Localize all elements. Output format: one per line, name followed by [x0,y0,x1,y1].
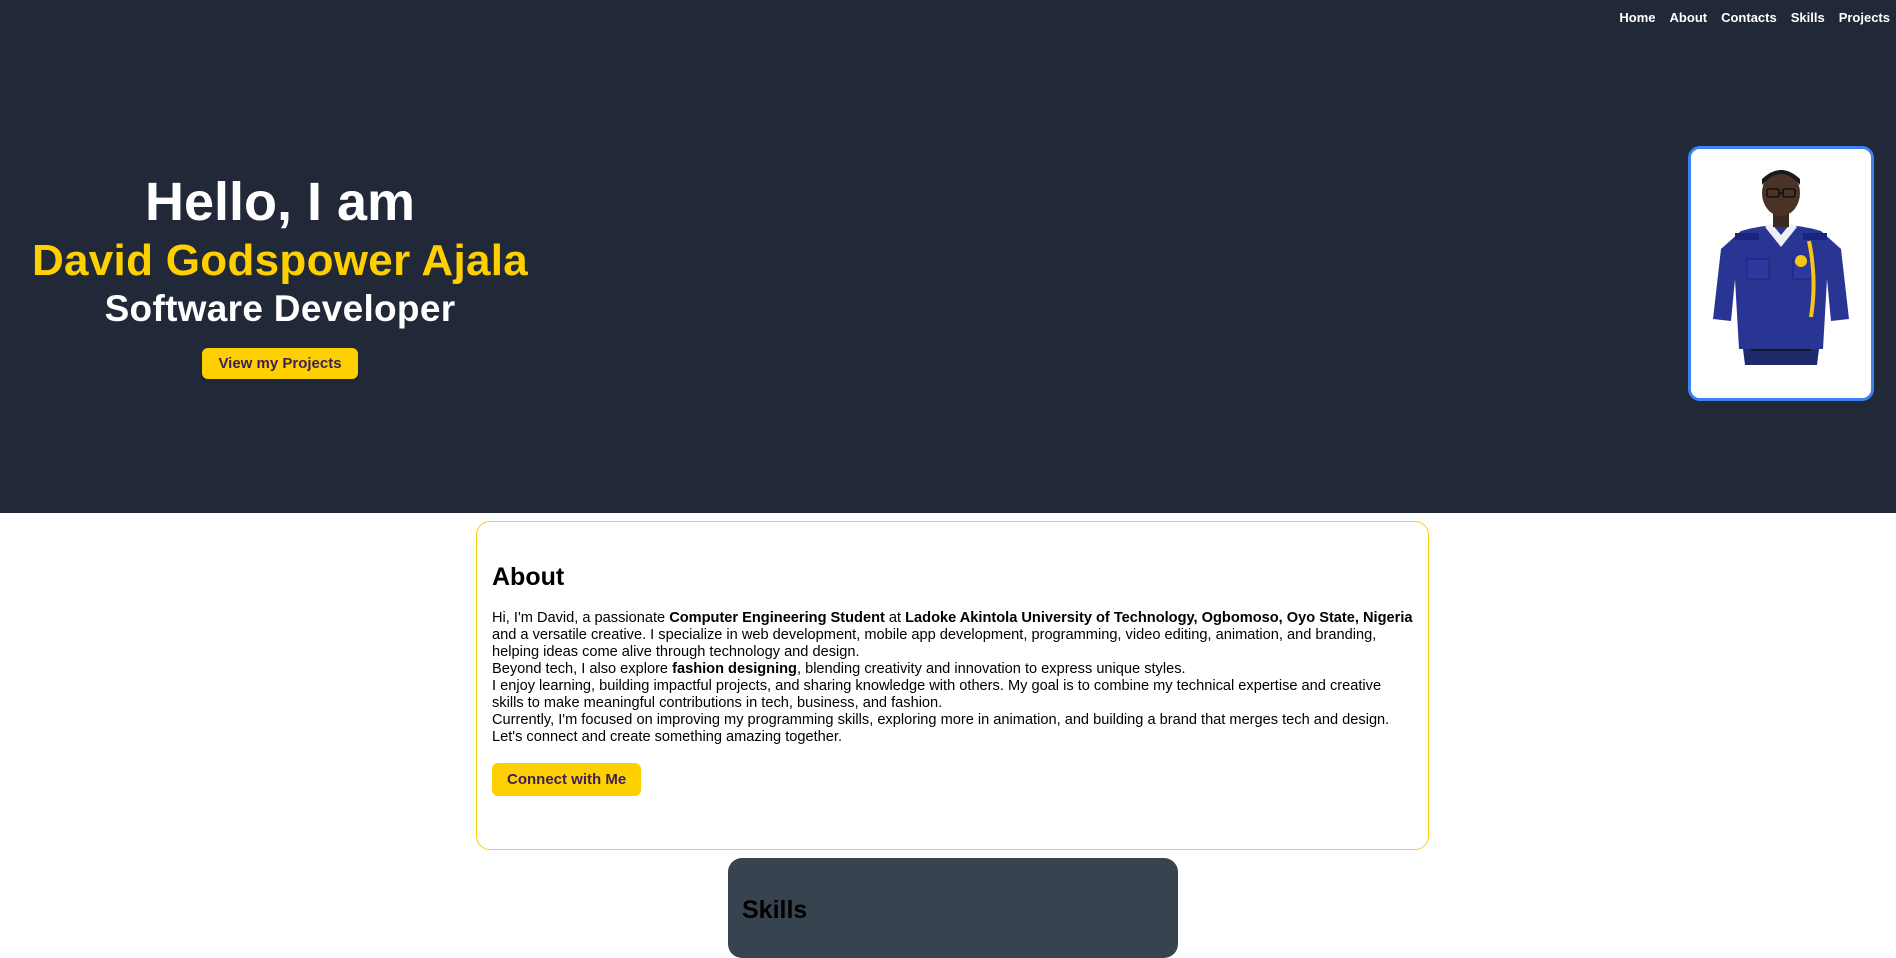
view-projects-button[interactable]: View my Projects [202,348,358,379]
about-highlight: Computer Engineering Student [669,610,885,626]
about-text: Hi, I'm David, a passionate [492,610,670,626]
about-highlight: fashion designing [672,661,797,677]
skills-section: Skills [728,858,1178,958]
about-text: , blending creativity and innovation to … [796,661,1186,677]
profile-photo-card [1688,146,1874,401]
top-nav: Home About Contacts Skills Projects [1605,10,1890,25]
about-highlight: Ladoke Akintola University of Technology… [905,610,1413,626]
hero-role: Software Developer [104,288,456,329]
about-text: at [884,610,906,626]
skills-title: Skills [742,896,808,924]
nav-home[interactable]: Home [1619,10,1655,25]
hero-intro: Hello, I am David Godspower Ajala Softwa… [0,168,560,379]
about-paragraph-1: Hi, I'm David, a passionate Computer Eng… [492,610,1413,661]
nav-contacts[interactable]: Contacts [1721,10,1777,25]
connect-button[interactable]: Connect with Me [492,763,642,796]
nav-projects[interactable]: Projects [1839,10,1890,25]
about-paragraph-4: Currently, I'm focused on improving my p… [492,712,1390,728]
about-section: About Hi, I'm David, a passionate Comput… [476,521,1429,850]
nav-skills[interactable]: Skills [1791,10,1825,25]
about-title: About [492,563,565,591]
nav-about[interactable]: About [1670,10,1708,25]
about-paragraph-5: Let's connect and create something amazi… [492,729,843,745]
about-body: Hi, I'm David, a passionate Computer Eng… [492,610,1413,746]
hero-name: David Godspower Ajala [31,236,529,285]
profile-photo [1691,149,1871,398]
about-text: and a versatile creative. I specialize i… [492,627,1377,660]
hero-greeting: Hello, I am [144,172,416,232]
about-text: Beyond tech, I also explore [492,661,673,677]
hero-section: Home About Contacts Skills Projects Hell… [0,0,1896,513]
about-paragraph-2: Beyond tech, I also explore fashion desi… [492,661,1413,678]
about-paragraph-3: I enjoy learning, building impactful pro… [492,678,1382,711]
